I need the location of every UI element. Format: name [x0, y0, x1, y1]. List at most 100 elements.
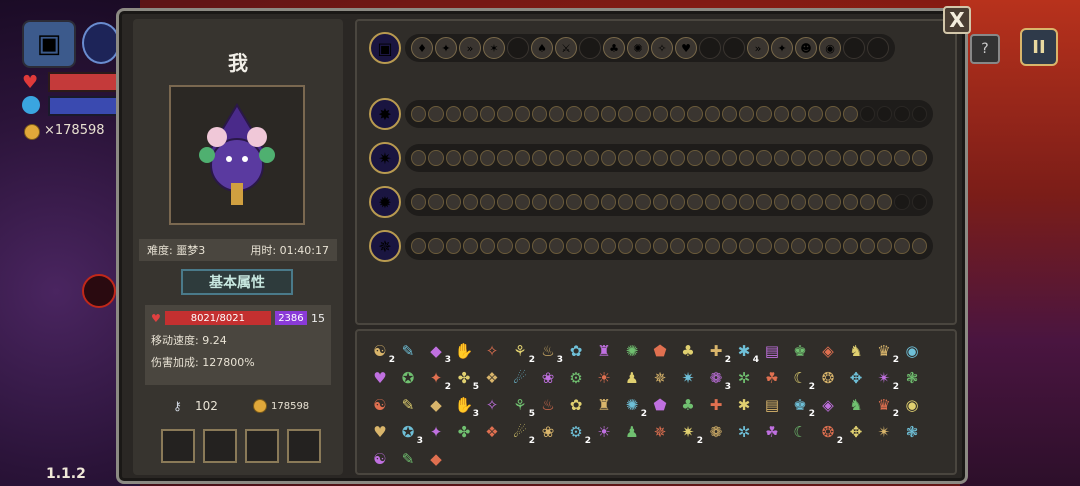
dark-wand-icon[interactable]: ✵ — [369, 230, 401, 262]
spell-icon[interactable] — [514, 106, 530, 122]
spell-icon[interactable] — [687, 194, 703, 210]
item-icon[interactable]: ✎ — [395, 393, 421, 417]
item-icon[interactable]: ♚ — [787, 339, 813, 363]
spell-icon[interactable] — [480, 238, 496, 254]
item-icon[interactable]: ✲ — [731, 420, 757, 444]
spell-icon[interactable] — [583, 150, 599, 166]
item-icon[interactable]: ◉ — [899, 339, 925, 363]
item-icon[interactable]: ☀ — [591, 366, 617, 390]
item-icon[interactable]: ✷ — [675, 366, 701, 390]
chest-icon[interactable]: ▣ — [22, 20, 76, 68]
spell-icon[interactable] — [773, 150, 789, 166]
item-icon[interactable]: ✤ — [451, 420, 477, 444]
item-icon[interactable]: ◆ — [423, 447, 449, 471]
item-icon[interactable]: ☘ — [759, 366, 785, 390]
spell-icon[interactable] — [721, 238, 738, 254]
spell-icon[interactable] — [825, 150, 841, 166]
spell-icon[interactable] — [756, 194, 772, 210]
item-icon[interactable]: ♜ — [591, 393, 617, 417]
spell-icon[interactable] — [687, 150, 703, 166]
spell-icon[interactable] — [756, 150, 772, 166]
spell-icon[interactable] — [704, 106, 720, 122]
item-icon[interactable]: ⚙ — [563, 366, 589, 390]
spell-icon[interactable] — [756, 106, 772, 122]
item-icon[interactable]: ♨ 3 — [535, 339, 563, 365]
spell-icon[interactable] — [842, 194, 858, 210]
spell-icon[interactable] — [428, 106, 444, 122]
relic-icon[interactable]: » — [459, 37, 481, 59]
item-icon[interactable]: ◉ — [899, 393, 925, 417]
spell-icon[interactable] — [721, 194, 738, 210]
spell-icon[interactable] — [480, 106, 496, 122]
empty-slot[interactable] — [843, 37, 865, 59]
item-icon[interactable]: ✱ 4 — [731, 339, 759, 365]
item-icon[interactable]: ⚘ 2 — [507, 339, 535, 365]
spell-icon[interactable] — [411, 106, 427, 122]
item-icon[interactable]: ♟ — [619, 420, 645, 444]
spell-icon[interactable] — [566, 238, 582, 254]
item-icon[interactable]: ❀ — [535, 366, 561, 390]
item-icon[interactable]: ♞ — [843, 393, 869, 417]
item-icon[interactable]: ◈ — [815, 393, 841, 417]
spell-icon[interactable] — [566, 106, 582, 122]
spell-icon[interactable] — [445, 238, 461, 254]
item-icon[interactable]: ✥ — [843, 366, 869, 390]
item-icon[interactable]: ❀ — [535, 420, 561, 444]
relic-icon[interactable]: ⚔ — [555, 37, 577, 59]
spell-icon[interactable] — [497, 238, 513, 254]
spell-icon[interactable] — [825, 238, 841, 254]
spell-icon[interactable] — [894, 238, 910, 254]
spell-icon[interactable] — [704, 238, 720, 254]
green-wand-icon[interactable]: ✷ — [369, 142, 401, 174]
spell-icon[interactable] — [462, 150, 479, 166]
item-icon[interactable]: ◈ — [815, 339, 841, 363]
spell-icon[interactable] — [756, 238, 772, 254]
relic-icon[interactable]: ♥ — [675, 37, 697, 59]
item-icon[interactable]: ♛ 2 — [871, 339, 899, 365]
spell-icon[interactable] — [549, 194, 565, 210]
item-icon[interactable]: ⬟ — [647, 339, 673, 363]
spell-icon[interactable] — [773, 106, 789, 122]
spell-icon[interactable] — [600, 194, 617, 210]
empty-slot[interactable] — [699, 37, 721, 59]
item-icon[interactable]: ✴ 2 — [871, 366, 899, 392]
item-icon[interactable]: ♚ 2 — [787, 393, 815, 419]
item-icon[interactable]: ✲ — [731, 366, 757, 390]
spell-icon[interactable] — [842, 106, 858, 122]
item-icon[interactable]: ✿ — [563, 393, 589, 417]
item-icon[interactable]: ♣ — [675, 393, 701, 417]
spell-icon[interactable] — [635, 150, 651, 166]
spell-icon[interactable] — [531, 194, 548, 210]
spell-icon[interactable] — [721, 150, 738, 166]
spell-icon[interactable] — [462, 194, 479, 210]
item-icon[interactable]: ☯ — [367, 447, 393, 471]
item-icon[interactable]: ♛ 2 — [871, 393, 899, 419]
spell-icon[interactable] — [618, 194, 634, 210]
spell-icon[interactable] — [669, 194, 686, 210]
item-icon[interactable]: ✋ — [451, 339, 477, 363]
spell-icon[interactable] — [842, 238, 858, 254]
item-icon[interactable]: ◆ 3 — [423, 339, 451, 365]
item-icon[interactable]: ⬟ — [647, 393, 673, 417]
spell-icon[interactable] — [428, 194, 444, 210]
spell-icon[interactable] — [825, 106, 841, 122]
empty-spell-slot[interactable] — [911, 194, 927, 210]
item-icon[interactable]: ✵ — [647, 420, 673, 444]
item-icon[interactable]: ✧ — [479, 339, 505, 363]
spell-icon[interactable] — [428, 150, 444, 166]
relic-icon[interactable]: ♦ — [411, 37, 433, 59]
item-icon[interactable]: ✴ — [871, 420, 897, 444]
spell-icon[interactable] — [497, 150, 513, 166]
spell-icon[interactable] — [652, 150, 668, 166]
spell-icon[interactable] — [514, 194, 530, 210]
close-button[interactable]: X — [943, 6, 971, 34]
spell-icon[interactable] — [445, 194, 461, 210]
spell-icon[interactable] — [411, 150, 427, 166]
item-icon[interactable]: ✚ 2 — [703, 339, 731, 365]
empty-spell-slot[interactable] — [911, 106, 927, 122]
spell-icon[interactable] — [687, 238, 703, 254]
item-icon[interactable]: ⚘ 5 — [507, 393, 535, 419]
item-icon[interactable]: ✎ — [395, 339, 421, 363]
item-icon[interactable]: ☄ 2 — [507, 420, 535, 446]
relic-icon[interactable]: ♣ — [603, 37, 625, 59]
